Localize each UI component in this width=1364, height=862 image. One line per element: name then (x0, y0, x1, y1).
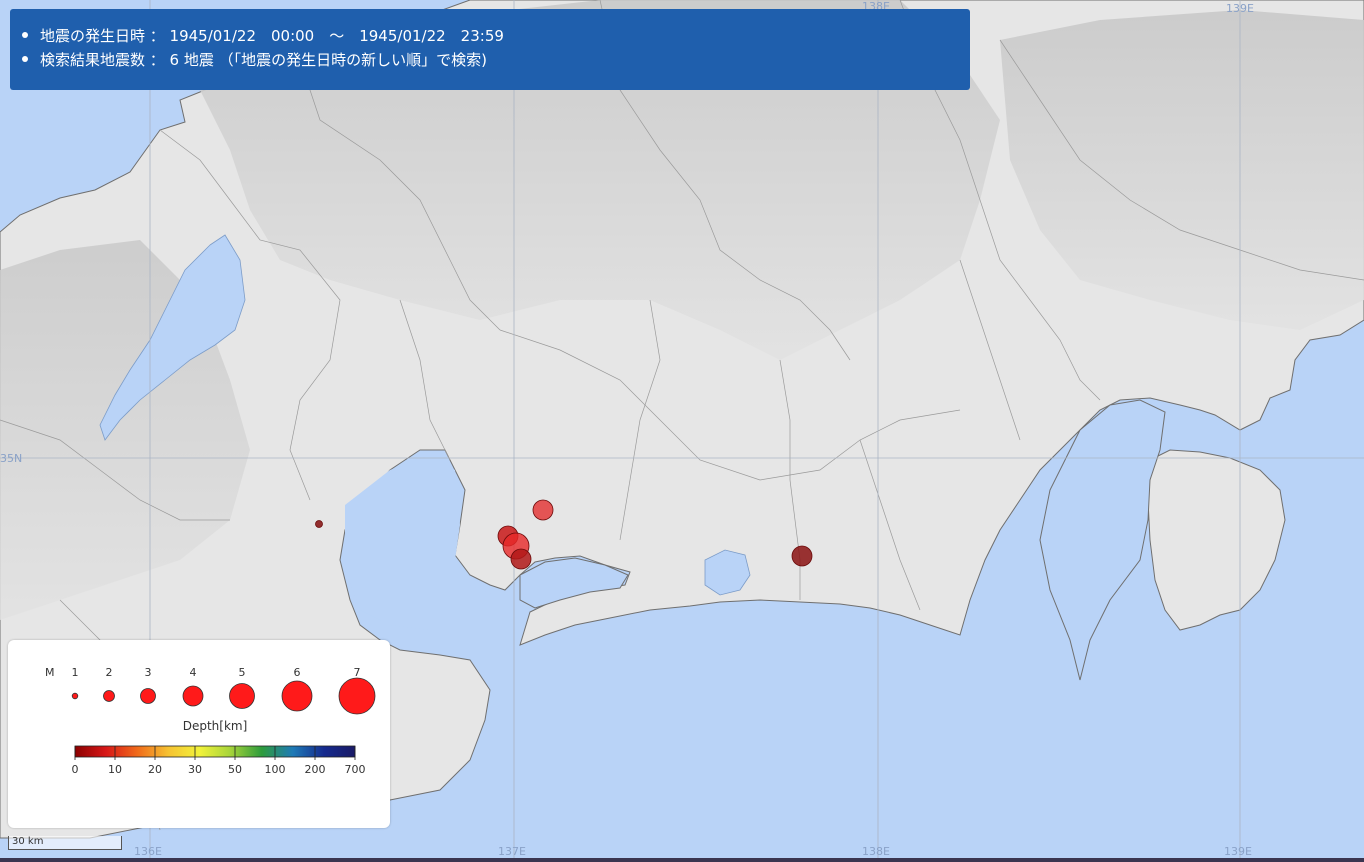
magnitude-sample-circle (140, 688, 156, 704)
depth-tick-label: 20 (148, 763, 162, 776)
magnitude-tick-label: 6 (294, 666, 301, 679)
magnitude-tick-label: 4 (190, 666, 197, 679)
scale-bar: 30 km (8, 836, 122, 850)
magnitude-sample-circle (338, 677, 376, 715)
earthquake-marker[interactable] (532, 499, 554, 521)
depth-color-bar (74, 745, 356, 758)
depth-tick-label: 0 (72, 763, 79, 776)
search-info-panel: 地震の発生日時 ： 1945/01/22 00:00 ～ 1945/01/22 … (10, 9, 970, 90)
depth-tick-label: 50 (228, 763, 242, 776)
magnitude-sample-circle (229, 683, 255, 709)
depth-title: Depth[km] (183, 719, 248, 733)
magnitude-tick-label: 3 (145, 666, 152, 679)
scale-label: 30 km (12, 836, 44, 847)
magnitude-tick-label: 1 (72, 666, 79, 679)
magnitude-tick-label: 2 (106, 666, 113, 679)
magnitude-sample-circle (103, 690, 115, 702)
earthquake-marker[interactable] (791, 545, 813, 567)
bullet-icon (22, 32, 28, 38)
lon-label-139: 139E (1224, 845, 1252, 858)
depth-tick-label: 100 (265, 763, 286, 776)
bottom-strip (0, 858, 1364, 862)
bullet-icon (22, 56, 28, 62)
lon-label-136: 136E (134, 845, 162, 858)
depth-tick-label: 30 (188, 763, 202, 776)
date-range-line: 地震の発生日時 ： 1945/01/22 00:00 ～ 1945/01/22 … (22, 23, 970, 47)
result-count-text: 検索結果地震数 ： 6 地震 （「地震の発生日時の新しい順」で検索) (40, 50, 487, 69)
lon-label-138: 138E (862, 845, 890, 858)
magnitude-sample-circle (281, 680, 313, 712)
magnitude-scale: 1 2 3 4 5 6 7 (71, 666, 376, 715)
magnitude-tick-label: 7 (354, 666, 361, 679)
lat-label-35: 35N (0, 452, 22, 465)
result-count-line: 検索結果地震数 ： 6 地震 （「地震の発生日時の新しい順」で検索) (22, 47, 970, 71)
earthquake-marker[interactable] (315, 520, 323, 528)
depth-tick-label: 10 (108, 763, 122, 776)
magnitude-sample-circle (71, 692, 79, 700)
depth-color-scale: 0 10 20 30 50 100 200 700 (72, 745, 366, 776)
depth-tick-label: 200 (305, 763, 326, 776)
depth-tick-label: 700 (345, 763, 366, 776)
legend-graphic: M 1 2 3 4 5 6 7 Depth[km] 0 10 20 30 50 100 200 700 (45, 666, 376, 776)
lon-label-137: 137E (498, 845, 526, 858)
legend: M 1 2 3 4 5 6 7 Depth[km] 0 10 20 30 50 100 200 700 (8, 640, 390, 828)
magnitude-label: M (45, 666, 55, 679)
magnitude-tick-label: 5 (239, 666, 246, 679)
magnitude-sample-circle (182, 685, 204, 707)
date-range-text: 地震の発生日時 ： 1945/01/22 00:00 ～ 1945/01/22 … (40, 26, 504, 45)
earthquake-marker[interactable] (510, 548, 532, 570)
lon-label-139-top: 139E (1226, 2, 1254, 15)
